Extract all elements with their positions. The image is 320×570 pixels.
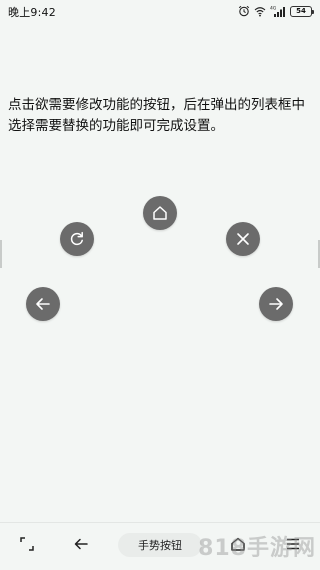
- back-arrow-icon: [73, 536, 89, 556]
- forward-button[interactable]: [259, 287, 293, 321]
- nav-back-button[interactable]: [70, 535, 92, 557]
- gesture-button-label: 手势按钮: [138, 539, 182, 552]
- gesture-button-pill[interactable]: 手势按钮: [118, 533, 202, 557]
- close-button[interactable]: [226, 222, 260, 256]
- instruction-text: 点击欲需要修改功能的按钮，后在弹出的列表框中选择需要替换的功能即可完成设置。: [8, 97, 305, 134]
- battery-indicator: 54: [290, 5, 314, 17]
- screenshot-button[interactable]: [16, 535, 38, 557]
- arrow-right-icon: [267, 295, 285, 313]
- refresh-icon: [68, 230, 86, 248]
- left-edge-handle: [0, 240, 2, 268]
- signal-label: 4G: [270, 6, 277, 12]
- screenshot-corner-icon: [19, 536, 35, 556]
- home-icon: [151, 204, 169, 222]
- status-time: 晚上9:42: [8, 6, 56, 19]
- status-bar: 晚上9:42 4G 54: [0, 0, 320, 22]
- close-icon: [234, 230, 252, 248]
- watermark: 818手游网: [198, 536, 316, 561]
- home-button[interactable]: [143, 196, 177, 230]
- arrow-left-icon: [34, 295, 52, 313]
- wifi-icon: [254, 6, 266, 17]
- status-icons: 4G 54: [238, 4, 314, 18]
- signal-icon: 4G: [270, 5, 286, 17]
- alarm-icon: [238, 5, 250, 17]
- battery-level: 54: [296, 7, 306, 15]
- refresh-button[interactable]: [60, 222, 94, 256]
- back-button[interactable]: [26, 287, 60, 321]
